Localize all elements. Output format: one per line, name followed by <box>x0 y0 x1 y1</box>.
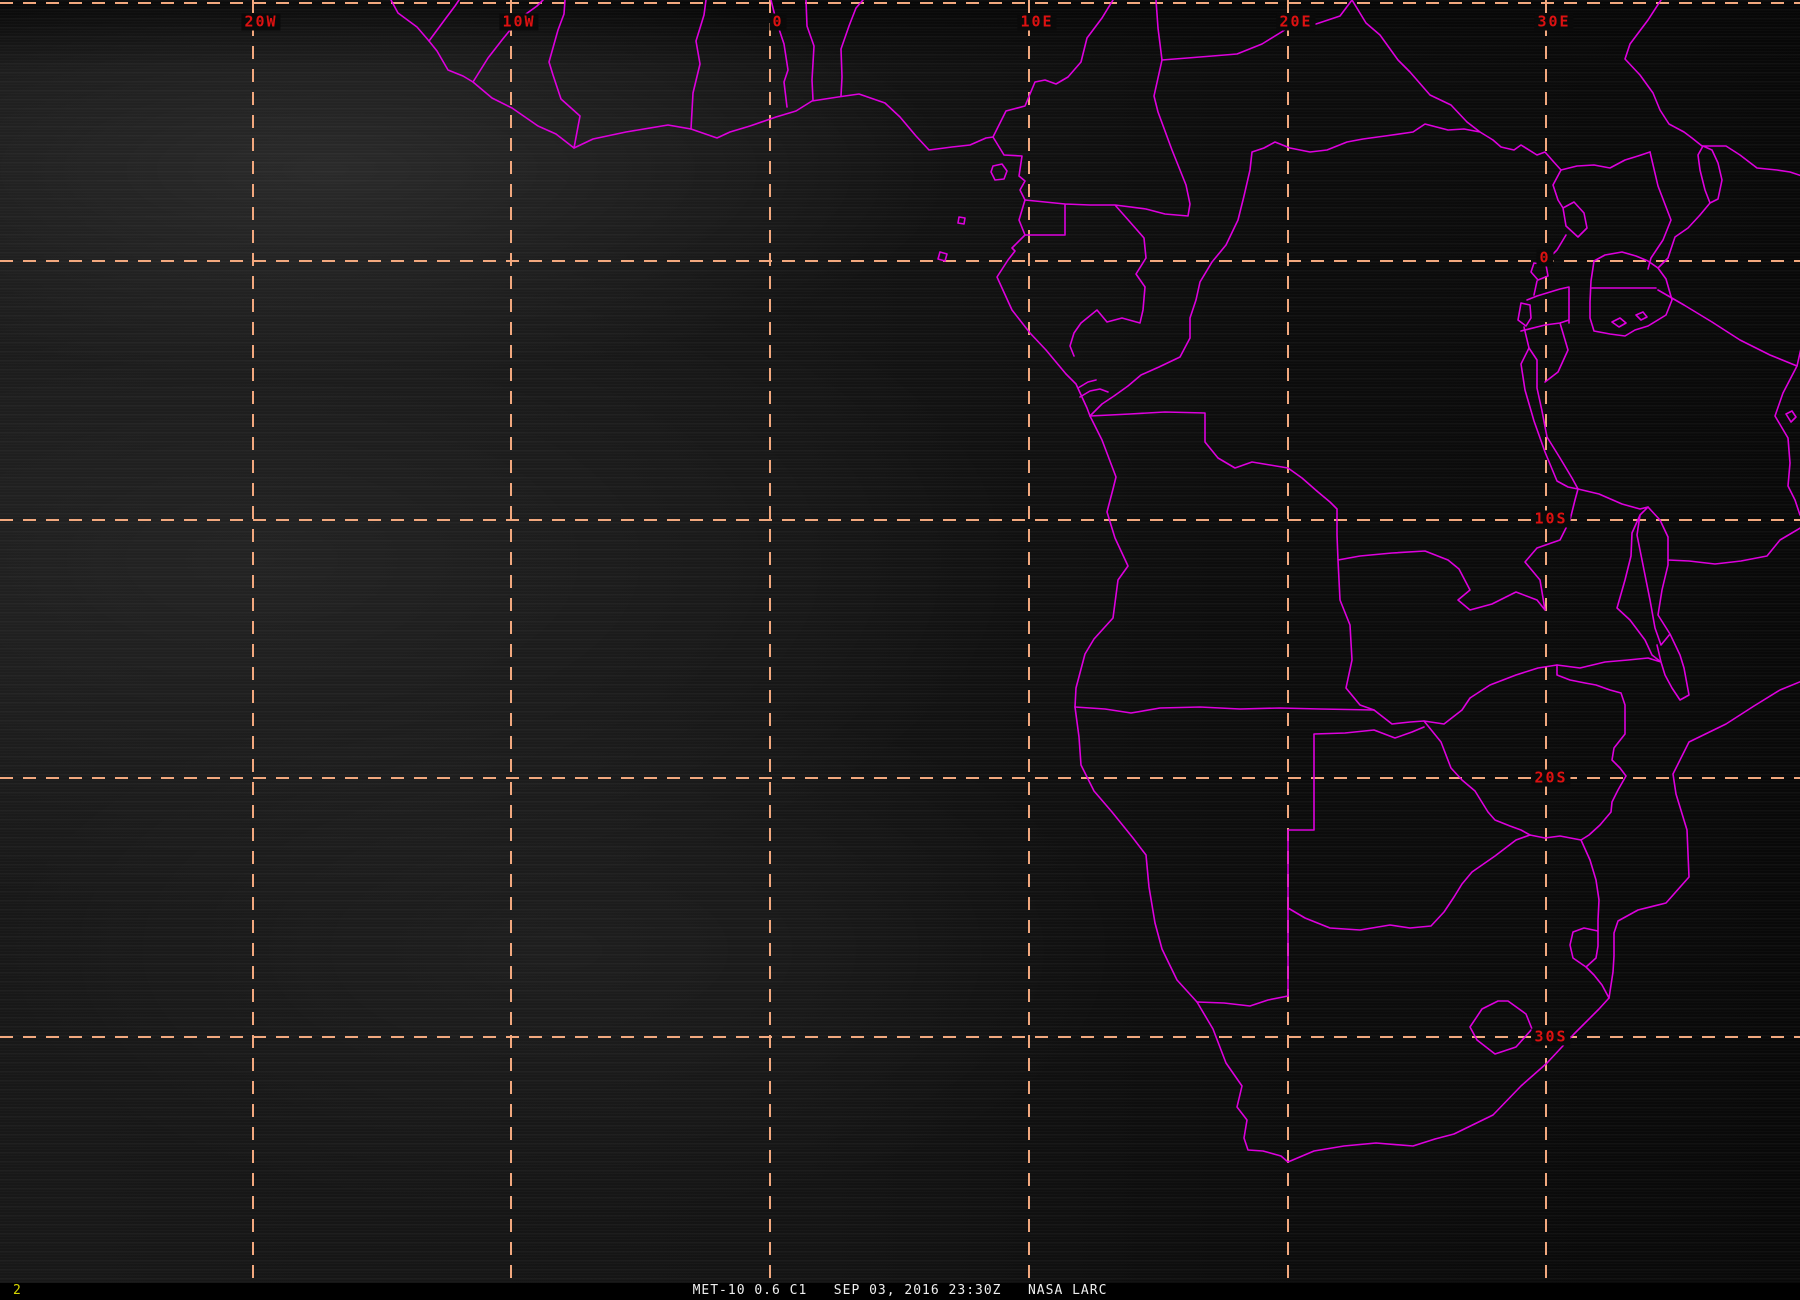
map-overlay <box>0 0 1800 1284</box>
graticule <box>0 0 1800 1284</box>
lat-label-0: 0 <box>1536 249 1554 267</box>
caption-bar: 2 MET-10 0.6 C1 SEP 03, 2016 23:30Z NASA… <box>0 1283 1800 1300</box>
lon-label-20e: 20E <box>1276 13 1316 31</box>
lon-label-30e: 30E <box>1534 13 1574 31</box>
coastline-east-africa <box>1774 349 1800 516</box>
lon-label-20w: 20W <box>241 13 281 31</box>
lon-label-10w: 10W <box>499 13 539 31</box>
borders-zimbabwe <box>1423 664 1627 841</box>
borders-namibia-botswana <box>1074 706 1531 1007</box>
borders-ethiopia-kenya <box>1624 0 1800 270</box>
satellite-viewer-window: 20W 10W 0 10E 20E 30E 0 10S 20S 30S 2 ME… <box>0 0 1800 1300</box>
lon-label-0: 0 <box>769 13 787 31</box>
coastline-west-south-africa <box>390 0 1800 1163</box>
borders-central-africa <box>937 0 1191 398</box>
lat-label-30s: 30S <box>1531 1028 1571 1046</box>
lat-label-10s: 10S <box>1531 510 1571 528</box>
image-caption: MET-10 0.6 C1 SEP 03, 2016 23:30Z NASA L… <box>692 1283 1108 1298</box>
lon-label-10e: 10E <box>1017 13 1057 31</box>
country-borders <box>390 0 1800 1163</box>
borders-angola-zambia-drc <box>1089 411 1579 711</box>
lat-label-20s: 20S <box>1531 769 1571 787</box>
lake-tanganyika-rwanda-burundi <box>1520 286 1579 490</box>
borders-south-africa-mozambique <box>1469 839 1610 1055</box>
lake-victoria-region <box>1589 251 1798 367</box>
